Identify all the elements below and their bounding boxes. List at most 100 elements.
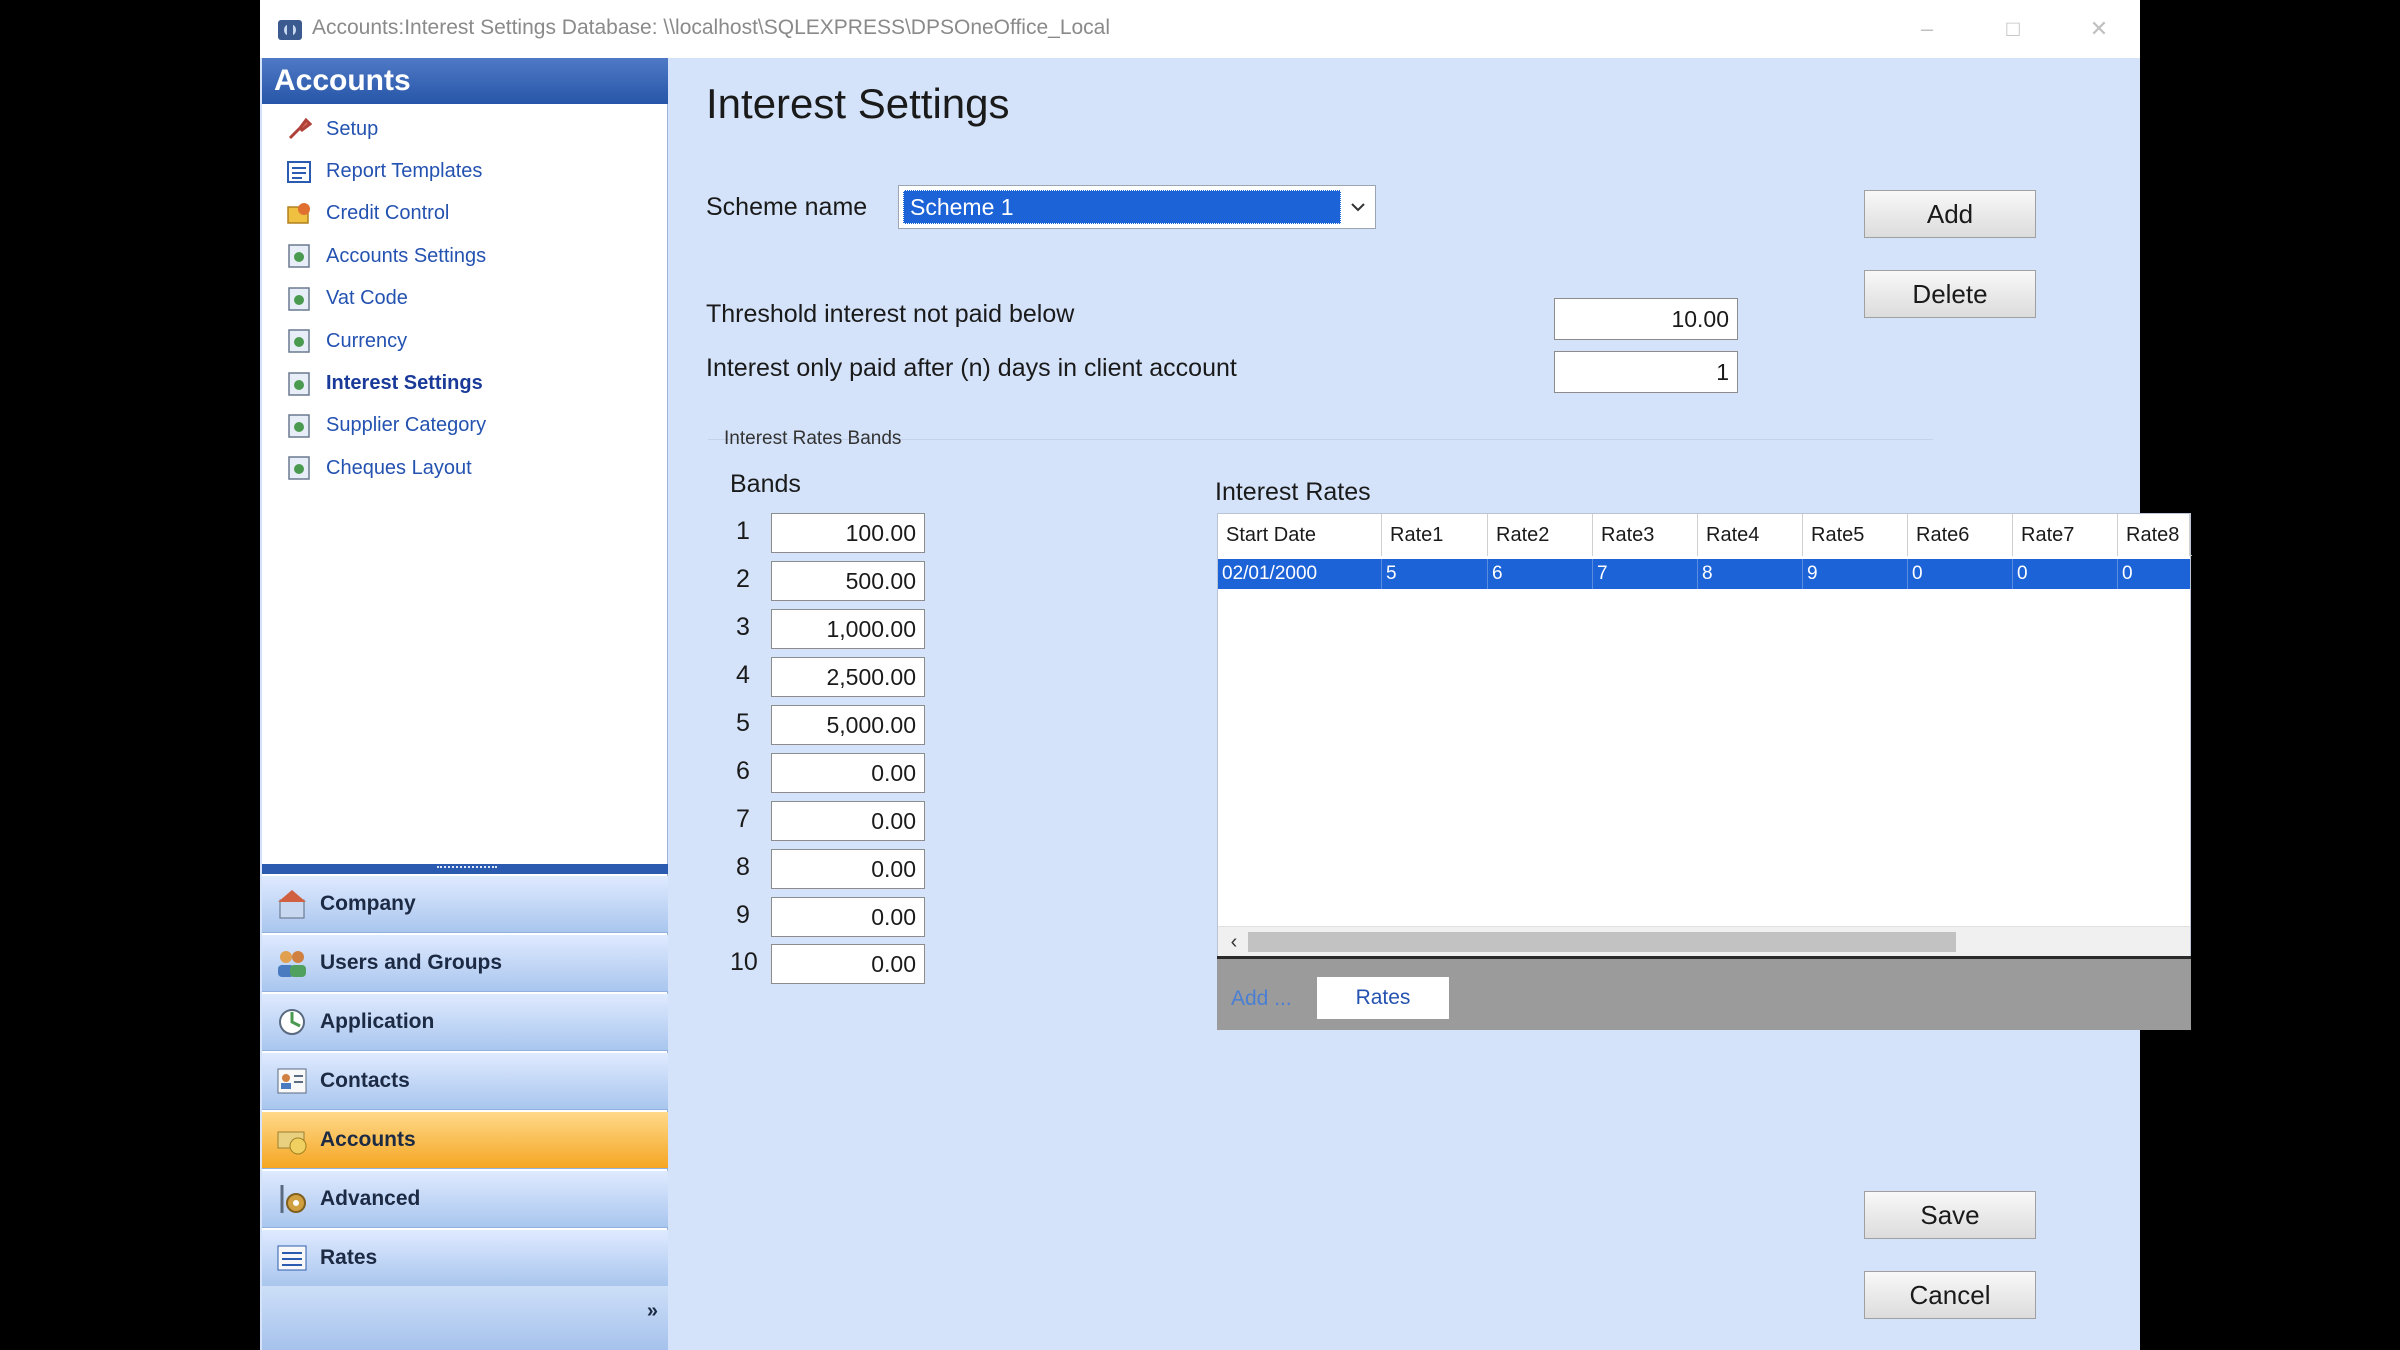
sidebar-item-label: Report Templates [326,160,483,183]
module-button-contacts[interactable]: Contacts [262,1053,668,1110]
module-button-rates[interactable]: Rates [262,1230,668,1287]
users-icon [272,943,312,983]
interest-rates-label: Interest Rates [1215,478,1371,506]
sidebar-item-setup[interactable]: Setup [262,108,668,150]
table-cell: 0 [2013,559,2118,589]
column-header[interactable]: Start Date [1218,514,1382,556]
tab-rates[interactable]: Rates [1317,977,1449,1019]
contacts-icon [272,1061,312,1101]
sidebar-item-label: Interest Settings [326,372,483,395]
band-number: 5 [736,709,750,737]
page-title: Interest Settings [706,80,1010,127]
column-header[interactable]: Rate7 [2013,514,2118,556]
table-cell: 7 [1593,559,1698,589]
horizontal-scrollbar[interactable]: ‹ [1218,926,2190,956]
add-button[interactable]: Add [1864,190,2036,238]
module-label: Rates [320,1246,378,1269]
grid-header: Start Date Rate1 Rate2 Rate3 Rate4 Rate5… [1218,514,2192,556]
add-rate-link[interactable]: Add ... [1231,987,1292,1011]
sidebar-item-credit-control[interactable]: Credit Control [262,193,668,235]
days-input[interactable]: 1 [1554,351,1738,393]
module-buttons: Company Users and Groups Application Con… [262,876,668,1289]
minimize-button[interactable]: – [1912,14,1942,44]
sidebar-item-currency[interactable]: Currency [262,320,668,362]
band-input[interactable]: 0.00 [771,849,925,889]
scrollbar-thumb[interactable] [1248,932,1956,952]
days-label: Interest only paid after (n) days in cli… [706,354,1237,382]
sidebar-item-label: Setup [326,117,379,140]
settings-doc-icon [286,243,312,269]
report-icon [286,159,312,185]
settings-doc-icon [286,328,312,354]
module-button-advanced[interactable]: Advanced [262,1171,668,1228]
band-row: 10 0.00 [730,944,930,984]
sidebar-item-accounts-settings[interactable]: Accounts Settings [262,235,668,277]
scheme-name-select[interactable]: Scheme 1 [898,185,1376,229]
band-input[interactable]: 2,500.00 [771,657,925,697]
band-number: 3 [736,613,750,641]
band-input[interactable]: 0.00 [771,753,925,793]
sidebar: Accounts Setup Report Templates Credit C… [262,58,668,1350]
module-label: Users and Groups [320,951,503,974]
table-row[interactable]: 02/01/2000 5 6 7 8 9 0 0 0 [1218,559,2190,589]
module-button-application[interactable]: Application [262,994,668,1051]
save-button[interactable]: Save [1864,1191,2036,1239]
chevron-left-icon[interactable]: ‹ [1222,929,1246,955]
table-cell: 8 [1698,559,1803,589]
delete-button[interactable]: Delete [1864,270,2036,318]
module-button-accounts[interactable]: Accounts [262,1112,668,1169]
column-header[interactable]: Rate3 [1593,514,1698,556]
band-row: 3 1,000.00 [730,609,930,649]
module-button-company[interactable]: Company [262,876,668,933]
sidebar-item-report-templates[interactable]: Report Templates [262,150,668,192]
credit-control-icon [286,201,312,227]
table-cell: 0 [1908,559,2013,589]
title-bar: Accounts:Interest Settings Database: \\l… [260,0,2140,58]
sidebar-item-label: Credit Control [326,202,450,225]
sidebar-item-cheques-layout[interactable]: Cheques Layout [262,447,668,489]
nav-list: Setup Report Templates Credit Control Ac… [262,108,668,490]
column-header[interactable]: Rate5 [1803,514,1908,556]
module-button-users-and-groups[interactable]: Users and Groups [262,935,668,992]
column-header[interactable]: Rate2 [1488,514,1593,556]
maximize-button[interactable]: □ [1998,14,2028,44]
band-row: 7 0.00 [730,801,930,841]
sidebar-splitter[interactable] [262,864,668,874]
scheme-name-value: Scheme 1 [903,190,1341,224]
chevron-down-icon[interactable] [1343,190,1373,224]
settings-doc-icon [286,413,312,439]
sidebar-header: Accounts [262,58,668,104]
close-button[interactable]: ✕ [2084,14,2114,44]
sidebar-item-supplier-category[interactable]: Supplier Category [262,405,668,447]
chevron-more-icon[interactable]: » [647,1300,658,1323]
table-cell: 6 [1488,559,1593,589]
band-input[interactable]: 500.00 [771,561,925,601]
sidebar-item-vat-code[interactable]: Vat Code [262,278,668,320]
band-row: 8 0.00 [730,849,930,889]
column-header[interactable]: Rate8 [2118,514,2190,556]
band-input[interactable]: 5,000.00 [771,705,925,745]
column-header[interactable]: Rate4 [1698,514,1803,556]
band-row: 6 0.00 [730,753,930,793]
sidebar-item-label: Vat Code [326,287,408,310]
band-input[interactable]: 0.00 [771,897,925,937]
band-input[interactable]: 0.00 [771,944,925,984]
sidebar-footer: » [262,1286,668,1350]
application-icon [272,1002,312,1042]
company-icon [272,884,312,924]
column-header[interactable]: Rate6 [1908,514,2013,556]
group-label: Interest Rates Bands [724,428,902,449]
sidebar-item-label: Supplier Category [326,414,487,437]
band-input[interactable]: 0.00 [771,801,925,841]
band-number: 2 [736,565,750,593]
threshold-input[interactable]: 10.00 [1554,298,1738,340]
window-title: Accounts:Interest Settings Database: \\l… [312,16,1111,39]
cancel-button[interactable]: Cancel [1864,1271,2036,1319]
band-number: 8 [736,853,750,881]
app-database-icon [278,20,302,40]
band-number: 9 [736,901,750,929]
sidebar-item-interest-settings[interactable]: Interest Settings [262,362,668,404]
band-input[interactable]: 1,000.00 [771,609,925,649]
band-input[interactable]: 100.00 [771,513,925,553]
column-header[interactable]: Rate1 [1382,514,1488,556]
